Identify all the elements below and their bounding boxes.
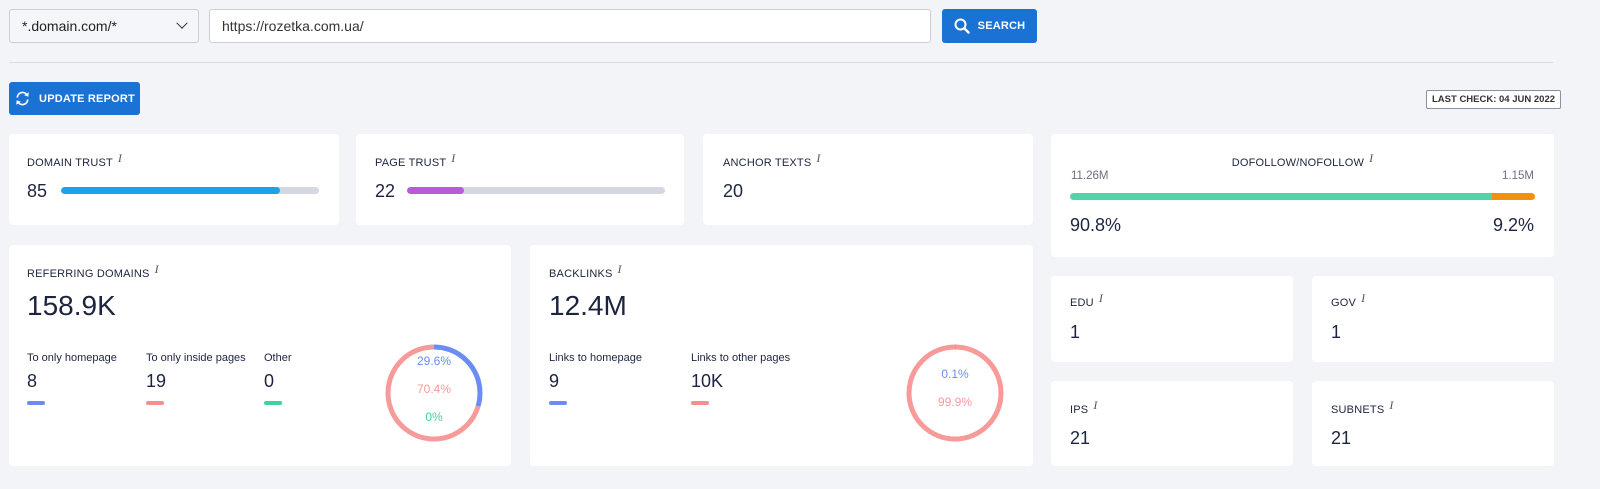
backlinks-card: BACKLINKS i 12.4M Links to homepage 9 Lin… [530, 245, 1033, 466]
backlinks-label: BACKLINKS [549, 268, 613, 280]
dofollow-nofollow-title: DOFOLLOW/NOFOLLOW i [1051, 151, 1554, 170]
subnets-value: 21 [1331, 428, 1352, 448]
ips-title: IPS i [1070, 398, 1098, 417]
url-input[interactable] [209, 9, 931, 43]
scope-select-value: *.domain.com/* [22, 18, 117, 34]
search-icon [954, 18, 970, 34]
backlinks-title: BACKLINKS i [549, 262, 622, 281]
stat-item-value: 9 [549, 371, 560, 391]
edu-label: EDU [1070, 297, 1094, 309]
last-check-badge: LAST CHECK: 04 JUN 2022 [1426, 90, 1562, 109]
info-icon[interactable]: i [118, 151, 122, 165]
domain-trust-bar-fill [61, 187, 281, 194]
gov-value: 1 [1331, 322, 1342, 342]
stat-item: To only inside pages 19 [146, 352, 246, 405]
update-report-button[interactable]: UPDATE REPORT [9, 82, 140, 115]
refresh-icon [16, 91, 29, 106]
stat-item: Links to other pages 10K [691, 352, 790, 405]
donut-pct-label: 0% [425, 410, 443, 424]
referring-domains-card: REFERRING DOMAINS i 158.9K To only homepa… [9, 245, 511, 466]
donut-pct-label: 0.1% [941, 367, 969, 381]
subnets-title: SUBNETS i [1331, 398, 1394, 417]
anchor-texts-title: ANCHOR TEXTS i [723, 151, 821, 170]
nofollow-count: 1.15M [1502, 170, 1534, 182]
legend-marker [146, 401, 164, 405]
dofollow-bar-segment [1070, 193, 1493, 200]
gov-label: GOV [1331, 297, 1357, 309]
scope-select[interactable]: *.domain.com/* [9, 9, 199, 43]
info-icon[interactable]: i [1369, 151, 1373, 165]
referring-domains-label: REFERRING DOMAINS [27, 268, 150, 280]
domain-trust-label: DOMAIN TRUST [27, 157, 113, 169]
chevron-down-icon [176, 17, 188, 29]
stat-item-value: 10K [691, 371, 724, 391]
stat-item-value: 19 [146, 371, 167, 391]
stat-item: Links to homepage 9 [549, 352, 642, 405]
edu-value: 1 [1070, 322, 1081, 342]
referring-domains-title: REFERRING DOMAINS i [27, 262, 159, 281]
info-icon[interactable]: i [1361, 291, 1365, 305]
update-report-label: UPDATE REPORT [39, 92, 135, 105]
search-button[interactable]: SEARCH [942, 9, 1037, 43]
legend-marker [691, 401, 709, 405]
stat-item-label: To only inside pages [146, 352, 246, 364]
donut-pct-label: 70.4% [416, 382, 452, 396]
stat-item: Other 0 [264, 352, 292, 405]
domain-trust-value: 85 [27, 181, 48, 201]
gov-title: GOV i [1331, 291, 1365, 310]
domain-trust-bar [61, 187, 319, 194]
nofollow-bar-segment [1492, 193, 1535, 200]
domain-trust-card: DOMAIN TRUST i 85 [9, 134, 339, 225]
donut-pct-label: 99.9% [937, 395, 973, 409]
legend-marker [264, 401, 282, 405]
divider [9, 62, 1553, 63]
donut-labels: 0.1% 99.9% [904, 367, 1006, 409]
info-icon[interactable]: i [1093, 398, 1097, 412]
edu-card: EDU i 1 [1051, 276, 1293, 362]
edu-title: EDU i [1070, 291, 1103, 310]
anchor-texts-value: 20 [723, 181, 744, 201]
info-icon[interactable]: i [1389, 398, 1393, 412]
dofollow-pct: 90.8% [1070, 215, 1122, 235]
donut-pct-label: 29.6% [416, 354, 452, 368]
stat-item-value: 8 [27, 371, 38, 391]
referring-domains-value: 158.9K [27, 290, 116, 321]
domain-trust-title: DOMAIN TRUST i [27, 151, 122, 170]
nofollow-pct: 9.2% [1492, 215, 1534, 235]
legend-marker [549, 401, 567, 405]
info-icon[interactable]: i [1099, 291, 1103, 305]
stat-item-value: 0 [264, 371, 275, 391]
page-trust-bar [407, 187, 665, 194]
page-trust-bar-fill [407, 187, 464, 194]
stat-item-label: To only homepage [27, 352, 117, 364]
page-trust-title: PAGE TRUST i [375, 151, 455, 170]
ips-card: IPS i 21 [1051, 381, 1293, 466]
stat-item-label: Links to homepage [549, 352, 642, 364]
dofollow-nofollow-bar [1070, 193, 1535, 200]
anchor-texts-label: ANCHOR TEXTS [723, 157, 812, 169]
subnets-label: SUBNETS [1331, 404, 1385, 416]
search-button-label: SEARCH [977, 20, 1026, 32]
stat-item-label: Links to other pages [691, 352, 791, 364]
subnets-card: SUBNETS i 21 [1312, 381, 1554, 466]
ips-value: 21 [1070, 428, 1091, 448]
page-trust-card: PAGE TRUST i 22 [356, 134, 684, 225]
dofollow-count: 11.26M [1071, 170, 1109, 182]
page-trust-label: PAGE TRUST [375, 157, 447, 169]
gov-card: GOV i 1 [1312, 276, 1554, 362]
dofollow-nofollow-card: DOFOLLOW/NOFOLLOW i 11.26M 1.15M 90.8% 9.… [1051, 134, 1554, 257]
page-trust-value: 22 [375, 181, 396, 201]
info-icon[interactable]: i [618, 262, 622, 276]
legend-marker [27, 401, 45, 405]
stat-item-label: Other [264, 352, 292, 364]
info-icon[interactable]: i [816, 151, 820, 165]
info-icon[interactable]: i [155, 262, 159, 276]
donut-labels: 29.6% 70.4% 0% [383, 354, 485, 424]
dofollow-nofollow-label: DOFOLLOW/NOFOLLOW [1231, 157, 1365, 169]
anchor-texts-card: ANCHOR TEXTS i 20 [703, 134, 1033, 225]
stat-item: To only homepage 8 [27, 352, 117, 405]
info-icon[interactable]: i [451, 151, 455, 165]
ips-label: IPS [1070, 404, 1089, 416]
backlinks-value: 12.4M [549, 290, 627, 321]
